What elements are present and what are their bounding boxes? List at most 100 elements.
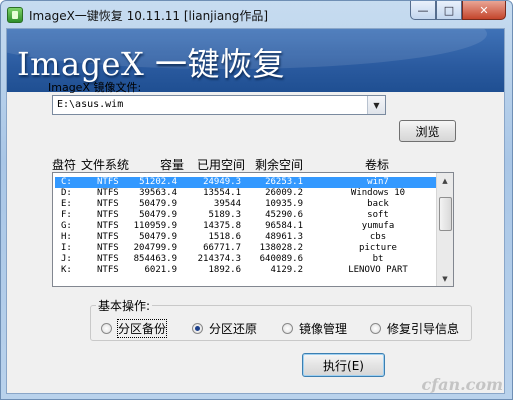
- volume-cell: back: [367, 199, 389, 209]
- used-cell: 5189.3: [208, 210, 241, 220]
- free-cell: 45290.6: [265, 210, 303, 220]
- used-cell: 14375.8: [203, 221, 241, 231]
- free-cell: 48961.3: [265, 232, 303, 242]
- drive-cell: F:: [61, 210, 72, 220]
- used-cell: 24949.3: [203, 177, 241, 187]
- filesystem-cell: NTFS: [97, 221, 119, 231]
- volume-cell: yumufa: [361, 221, 395, 231]
- volume-cell: bt: [372, 254, 384, 264]
- filesystem-cell: NTFS: [97, 254, 119, 264]
- radio-label: 分区备份: [116, 319, 168, 338]
- filesystem-cell: NTFS: [97, 199, 119, 209]
- radio-circle[interactable]: [370, 323, 381, 334]
- capacity-cell: 50479.9: [139, 232, 177, 242]
- used-cell: 1892.6: [208, 265, 241, 275]
- image-file-label: ImageX 镜像文件:: [48, 81, 142, 94]
- drive-cell: D:: [61, 188, 72, 198]
- drive-cell: H:: [61, 232, 72, 242]
- radio-label: 修复引导信息: [387, 322, 460, 336]
- capacity-cell: 50479.9: [139, 199, 177, 209]
- capacity-cell: 50479.9: [139, 210, 177, 220]
- used-cell: 214374.3: [197, 254, 241, 264]
- scroll-thumb[interactable]: [439, 197, 452, 231]
- header-filesystem: 文件系统: [81, 158, 130, 172]
- operations-title: 基本操作:: [96, 297, 153, 314]
- header-capacity: 容量: [160, 158, 185, 172]
- filesystem-cell: NTFS: [97, 232, 119, 242]
- partition-row[interactable]: C: NTFS 51202.4 24949.3 26253.1 win7: [55, 177, 437, 188]
- partition-row[interactable]: E: NTFS 50479.9 39544 10935.9 back: [55, 199, 437, 210]
- drive-cell: E:: [61, 199, 72, 209]
- filesystem-cell: NTFS: [97, 265, 119, 275]
- radio-label: 镜像管理: [299, 322, 348, 336]
- scroll-down-icon[interactable]: ▼: [437, 271, 453, 286]
- close-button[interactable]: ✕: [462, 1, 506, 20]
- header-used: 已用空间: [197, 158, 246, 172]
- scroll-up-icon[interactable]: ▲: [437, 173, 453, 188]
- radio-repair-boot[interactable]: 修复引导信息: [370, 320, 459, 337]
- drive-cell: I:: [61, 243, 72, 253]
- radio-circle-selected[interactable]: [192, 323, 203, 334]
- capacity-cell: 854463.9: [133, 254, 177, 264]
- used-cell: 13554.1: [203, 188, 241, 198]
- header-volume: 卷标: [365, 158, 390, 172]
- window-title: ImageX一键恢复 10.11.11 [lianjiang作品]: [29, 9, 269, 23]
- app-icon: [7, 7, 23, 23]
- used-cell: 39544: [213, 199, 241, 209]
- window-controls: — □ ✕: [410, 1, 506, 21]
- minimize-button[interactable]: —: [410, 1, 436, 20]
- radio-partition-restore[interactable]: 分区还原: [192, 320, 257, 337]
- filesystem-cell: NTFS: [97, 210, 119, 220]
- drive-cell: K:: [61, 265, 72, 275]
- capacity-cell: 110959.9: [133, 221, 177, 231]
- used-cell: 1518.6: [208, 232, 241, 242]
- header-free: 剩余空间: [255, 158, 304, 172]
- title-bar[interactable]: ImageX一键恢复 10.11.11 [lianjiang作品] — □ ✕: [1, 1, 512, 29]
- partition-row[interactable]: H: NTFS 50479.9 1518.6 48961.3 cbs: [55, 232, 437, 243]
- volume-cell: picture: [359, 243, 397, 253]
- watermark: cfan.com: [421, 375, 503, 394]
- partition-row[interactable]: I: NTFS 204799.9 66771.7 138028.2 picture: [55, 243, 437, 254]
- maximize-button[interactable]: □: [436, 1, 462, 20]
- drive-cell: J:: [61, 254, 72, 264]
- partition-row[interactable]: D: NTFS 39563.4 13554.1 26009.2 Windows 10: [55, 188, 437, 199]
- radio-label: 分区还原: [209, 322, 258, 336]
- partition-row[interactable]: G: NTFS 110959.9 14375.8 96584.1 yumufa: [55, 221, 437, 232]
- radio-image-management[interactable]: 镜像管理: [282, 320, 347, 337]
- image-file-combobox[interactable]: E:\asus.wim ▼: [52, 95, 386, 115]
- volume-cell: Windows 10: [350, 188, 406, 198]
- free-cell: 26253.1: [265, 177, 303, 187]
- free-cell: 640089.6: [259, 254, 303, 264]
- used-cell: 66771.7: [203, 243, 241, 253]
- capacity-cell: 6021.9: [144, 265, 177, 275]
- radio-circle[interactable]: [282, 323, 293, 334]
- chevron-down-icon[interactable]: ▼: [367, 96, 385, 114]
- partition-row[interactable]: J: NTFS 854463.9 214374.3 640089.6 bt: [55, 254, 437, 265]
- list-scrollbar[interactable]: ▲ ▼: [436, 173, 453, 286]
- partition-row[interactable]: K: NTFS 6021.9 1892.6 4129.2 LENOVO PART: [55, 265, 437, 276]
- volume-cell: soft: [367, 210, 389, 220]
- free-cell: 4129.2: [270, 265, 303, 275]
- volume-cell: cbs: [369, 232, 387, 242]
- free-cell: 96584.1: [265, 221, 303, 231]
- free-cell: 138028.2: [259, 243, 303, 253]
- filesystem-cell: NTFS: [97, 243, 119, 253]
- execute-button[interactable]: 执行(E): [302, 353, 385, 377]
- capacity-cell: 39563.4: [139, 188, 177, 198]
- image-file-value: E:\asus.wim: [57, 99, 124, 110]
- volume-cell: LENOVO PART: [348, 265, 408, 275]
- free-cell: 10935.9: [265, 199, 303, 209]
- capacity-cell: 204799.9: [133, 243, 177, 253]
- browse-button[interactable]: 浏览: [399, 120, 456, 142]
- radio-partition-backup[interactable]: 分区备份: [101, 319, 168, 338]
- free-cell: 26009.2: [265, 188, 303, 198]
- drive-cell: C:: [61, 177, 72, 187]
- drive-cell: G:: [61, 221, 72, 231]
- filesystem-cell: NTFS: [97, 188, 119, 198]
- radio-circle[interactable]: [101, 323, 112, 334]
- capacity-cell: 51202.4: [139, 177, 177, 187]
- partition-row[interactable]: F: NTFS 50479.9 5189.3 45290.6 soft: [55, 210, 437, 221]
- header-drive: 盘符: [52, 158, 77, 172]
- partition-list[interactable]: C: NTFS 51202.4 24949.3 26253.1 win7 D: NTFS 395…: [52, 172, 454, 287]
- volume-cell: win7: [367, 177, 389, 187]
